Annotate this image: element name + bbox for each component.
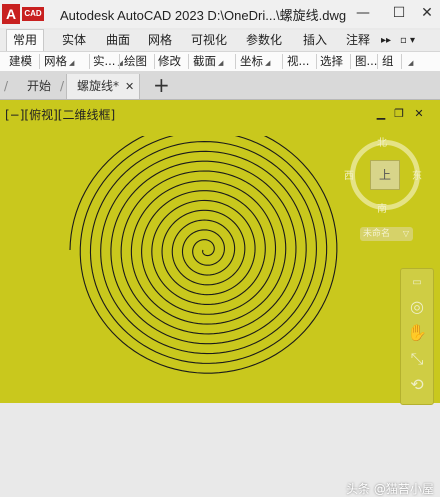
panel-divider (154, 54, 155, 69)
tab-surface[interactable]: 曲面 (106, 30, 130, 51)
viewport-close-icon[interactable]: ✕ (412, 107, 426, 121)
panel-divider (39, 54, 40, 69)
panel-label: 实... (93, 54, 116, 68)
panel-coordinates[interactable]: 坐标 ◢ (240, 52, 270, 71)
compass-south-label[interactable]: 南 (377, 200, 387, 215)
compass-west-label[interactable]: 西 (344, 167, 354, 182)
zoom-extents-icon[interactable]: ⤡ (407, 349, 427, 369)
panel-divider (235, 54, 236, 69)
panel-label: 建模 (9, 54, 32, 68)
panel-section[interactable]: 截面 ◢ (193, 52, 223, 71)
panel-divider (350, 54, 351, 69)
panel-divider (89, 54, 90, 69)
ucs-name: 未命名 (363, 229, 391, 239)
panel-mesh[interactable]: 网格 ◢ (44, 52, 74, 71)
panel-expand-icon: ◢ (218, 59, 224, 67)
panel-divider (188, 54, 189, 69)
orbit-icon[interactable]: ⟲ (407, 375, 427, 395)
maximize-button[interactable]: ☐ (389, 3, 409, 23)
steering-wheel-icon[interactable]: ◎ (407, 297, 427, 317)
panel-modeling[interactable]: 建模 (9, 52, 32, 71)
tab-insert[interactable]: 插入 (303, 30, 327, 51)
panel-modify[interactable]: 修改 (158, 52, 181, 71)
tab-visualize[interactable]: 可视化 (191, 30, 227, 51)
close-tab-icon[interactable]: ✕ (125, 74, 134, 99)
tab-solid[interactable]: 实体 (62, 30, 86, 51)
ribbon-display-toggle[interactable]: ▫ ▾ (400, 30, 415, 51)
minimize-button[interactable]: — (353, 3, 373, 23)
tab-home[interactable]: 常用 (6, 29, 45, 51)
tab-divider-icon: / (60, 79, 65, 93)
panel-groups[interactable]: 组 (382, 52, 394, 71)
panel-label: 选择 (320, 54, 343, 68)
tab-annotate[interactable]: 注释 (346, 30, 370, 51)
panel-expand-icon: ◢ (408, 59, 414, 67)
panel-label: 绘图 (124, 54, 147, 68)
window-title: Autodesk AutoCAD 2023 D:\OneDri...\螺旋线.d… (60, 8, 347, 23)
panel-draw[interactable]: 绘图 (124, 52, 147, 71)
panel-label: 视... (287, 54, 310, 68)
panel-label: 修改 (158, 54, 181, 68)
panel-label: 坐标 (240, 54, 263, 68)
viewcube[interactable]: 北 南 西 东 上 (344, 134, 426, 220)
tab-parametric[interactable]: 参数化 (246, 30, 282, 51)
ribbon-panel-strip: 建模 网格 ◢ 实... ◢ 绘图 修改 截面 ◢ 坐标 ◢ 视... 选择 图... … (0, 51, 440, 72)
panel-expand-icon: ◢ (69, 59, 75, 67)
app-logo-letter: A (2, 4, 20, 24)
panel-layers[interactable]: 图... (355, 52, 377, 71)
spiral-curve (69, 136, 338, 374)
tab-divider-icon: / (4, 79, 9, 93)
panel-label: 截面 (193, 54, 216, 68)
panel-view[interactable]: 视... (287, 52, 309, 71)
panel-expand-icon: ◢ (265, 59, 271, 67)
panel-overflow[interactable]: ◢ (406, 52, 413, 71)
panel-divider (119, 54, 120, 69)
file-tab-bar: / 开始 / 螺旋线* ✕ + (0, 71, 440, 100)
app-logo-text: CAD (22, 7, 44, 21)
compass-north-label[interactable]: 北 (377, 134, 387, 149)
panel-divider (401, 54, 402, 69)
pan-hand-icon[interactable]: ✋ (407, 323, 427, 343)
file-tab-start[interactable]: 开始 (27, 74, 51, 99)
drawing-viewport[interactable]: [−][俯视][二维线框] ▁ ❐ ✕ 北 南 西 东 上 未命名 ▽ ▭ ◎ … (0, 100, 440, 496)
panel-label: 网格 (44, 54, 67, 68)
panel-divider (377, 54, 378, 69)
viewport-minimize-icon[interactable]: ▁ (374, 107, 388, 121)
navbar-handle-icon[interactable]: ▭ (407, 273, 427, 293)
viewcube-top-face[interactable]: 上 (370, 160, 400, 190)
panel-divider (282, 54, 283, 69)
chevron-down-icon: ▽ (402, 229, 409, 238)
ribbon-more-tabs-button[interactable]: ▸▸ (381, 30, 391, 51)
watermark: 头条 @猫苔小屋 (346, 482, 434, 496)
spiral-drawing[interactable] (64, 136, 348, 398)
ribbon-tab-bar: 常用 实体 曲面 网格 可视化 参数化 插入 注释 ▸▸ ▫ ▾ (0, 29, 440, 51)
navigation-bar: ▭ ◎ ✋ ⤡ ⟲ (400, 268, 434, 405)
compass-east-label[interactable]: 东 (412, 167, 422, 182)
file-tab-spiral[interactable]: 螺旋线* ✕ (66, 74, 140, 99)
file-tab-label: 螺旋线* (77, 79, 120, 93)
ucs-dropdown[interactable]: 未命名 ▽ (360, 227, 413, 241)
title-bar: A CAD Autodesk AutoCAD 2023 D:\OneDri...… (0, 0, 440, 28)
panel-label: 组 (382, 54, 394, 68)
panel-selection[interactable]: 选择 (320, 52, 343, 71)
autocad-logo[interactable]: A CAD (2, 4, 44, 24)
tab-mesh[interactable]: 网格 (148, 30, 172, 51)
viewport-controls-label[interactable]: [−][俯视][二维线框] (5, 106, 115, 123)
close-button[interactable]: ✕ (417, 3, 437, 23)
panel-label: 图... (355, 54, 378, 68)
new-tab-button[interactable]: + (153, 73, 170, 97)
panel-divider (316, 54, 317, 69)
viewport-restore-icon[interactable]: ❐ (392, 107, 406, 121)
